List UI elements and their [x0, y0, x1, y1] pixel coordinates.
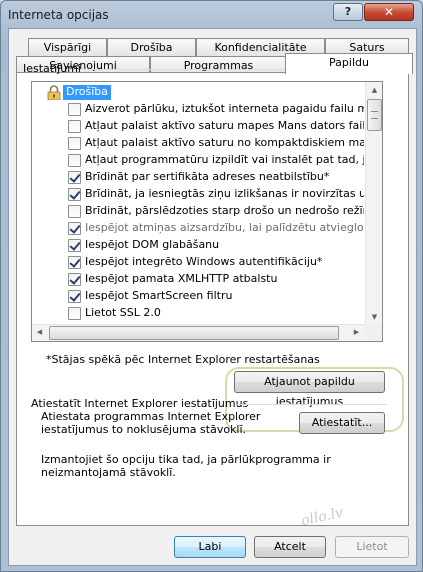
vertical-scroll-thumb[interactable]	[367, 99, 382, 131]
cancel-button[interactable]: Atcelt	[254, 536, 326, 558]
setting-label: Iespējot DOM glabāšanu	[85, 238, 220, 251]
reset-button[interactable]: Atiestatīt...	[299, 412, 385, 434]
setting-row[interactable]: Atļaut palaist aktīvo saturu no kompaktd…	[32, 135, 364, 152]
reset-warning-note: Izmantojiet šo opciju tika tad, ja pārlū…	[41, 453, 331, 479]
restore-advanced-settings-button[interactable]: Atjaunot papildu iestatījumus	[234, 371, 385, 408]
setting-row[interactable]: Brīdināt, ja iesniegtās ziņu izlikšanas …	[32, 186, 364, 203]
setting-label: Lietot SSL 2.0	[85, 306, 161, 319]
setting-checkbox	[68, 222, 81, 235]
setting-checkbox[interactable]	[68, 273, 81, 286]
reset-description: Atiestata programmas Internet Explorer i…	[41, 410, 261, 436]
restart-note: *Stājas spēkā pēc Internet Explorer rest…	[46, 353, 320, 366]
setting-row[interactable]: Lietot SSL 2.0	[32, 305, 364, 322]
setting-row[interactable]: Iespējot integrēto Windows autentifikāci…	[32, 254, 364, 271]
setting-label: Iespējot integrēto Windows autentifikāci…	[85, 255, 323, 268]
setting-row[interactable]: Brīdināt, pārslēdzoties starp drošo un n…	[32, 203, 364, 220]
tab-advanced[interactable]: Papildu	[285, 53, 413, 74]
setting-label: Atļaut palaist aktīvo saturu mapes Mans …	[85, 119, 364, 132]
setting-checkbox[interactable]	[68, 154, 81, 167]
setting-label: Brīdināt par sertifikāta adreses neatbil…	[85, 170, 330, 183]
setting-checkbox[interactable]	[68, 103, 81, 116]
reset-group-divider	[236, 404, 387, 405]
window-title: Interneta opcijas	[8, 8, 109, 22]
setting-row: Iespējot atmiņas aizsardzību, lai palīdz…	[32, 220, 364, 237]
setting-row[interactable]: Iespējot pamata XMLHTTP atbalstu	[32, 271, 364, 288]
settings-group-label: Iestatījumi	[23, 62, 81, 75]
setting-checkbox[interactable]	[68, 171, 81, 184]
setting-label: Brīdināt, ja iesniegtās ziņu izlikšanas …	[85, 187, 364, 200]
setting-label: Iespējot pamata XMLHTTP atbalstu	[85, 272, 278, 285]
setting-label: Aizverot pārlūku, iztukšot interneta pag…	[85, 102, 364, 115]
setting-checkbox[interactable]	[68, 120, 81, 133]
category-label: Drošība	[63, 85, 111, 100]
reset-group-label: Atiestatīt Internet Explorer iestatījumu…	[31, 397, 249, 410]
internet-options-dialog: Interneta opcijas ? ✕ Vispārīgi Drošība …	[0, 0, 423, 572]
apply-button: Lietot	[335, 536, 409, 558]
setting-row[interactable]: Iespējot SmartScreen filtru	[32, 288, 364, 305]
tab-general[interactable]: Vispārīgi	[28, 38, 107, 57]
ok-button[interactable]: Labi	[174, 536, 246, 558]
setting-label: Iespējot atmiņas aizsardzību, lai palīdz…	[85, 221, 364, 234]
scroll-down-icon[interactable]: ▼	[367, 309, 382, 325]
setting-checkbox[interactable]	[68, 188, 81, 201]
lock-icon	[47, 85, 61, 100]
setting-label: Brīdināt, pārslēdzoties starp drošo un n…	[85, 204, 364, 217]
title-bar[interactable]: Interneta opcijas ? ✕	[1, 1, 422, 29]
close-button[interactable]: ✕	[364, 3, 414, 21]
setting-row[interactable]: Iespējot DOM glabāšanu	[32, 237, 364, 254]
setting-label: Iespējot SmartScreen filtru	[85, 289, 233, 302]
scroll-left-icon[interactable]: ◀	[32, 325, 47, 341]
setting-checkbox[interactable]	[68, 290, 81, 303]
tree-category-row[interactable]: Drošība	[32, 84, 364, 101]
tab-security[interactable]: Drošība	[107, 38, 196, 57]
setting-row[interactable]: Atļaut programmatūru izpildīt vai instal…	[32, 152, 364, 169]
setting-row[interactable]: Aizverot pārlūku, iztukšot interneta pag…	[32, 101, 364, 118]
scrollbar-corner	[365, 324, 382, 341]
setting-checkbox[interactable]	[68, 137, 81, 150]
setting-checkbox[interactable]	[68, 239, 81, 252]
setting-label: Atļaut palaist aktīvo saturu no kompaktd…	[85, 136, 364, 149]
horizontal-scrollbar[interactable]: ◀ ▶	[32, 324, 366, 341]
setting-row[interactable]: Brīdināt par sertifikāta adreses neatbil…	[32, 169, 364, 186]
vertical-scrollbar[interactable]: ▲ ▼	[365, 82, 382, 325]
scroll-up-icon[interactable]: ▲	[367, 82, 382, 98]
setting-label: Atļaut programmatūru izpildīt vai instal…	[85, 153, 364, 166]
setting-checkbox[interactable]	[68, 307, 81, 320]
setting-checkbox[interactable]	[68, 256, 81, 269]
settings-tree[interactable]: Drošība Aizverot pārlūku, iztukšot inter…	[31, 81, 383, 342]
setting-row[interactable]: Atļaut palaist aktīvo saturu mapes Mans …	[32, 118, 364, 135]
horizontal-scroll-thumb[interactable]	[49, 326, 339, 340]
help-button[interactable]: ?	[333, 3, 363, 21]
setting-checkbox[interactable]	[68, 205, 81, 218]
scroll-right-icon[interactable]: ▶	[349, 325, 364, 341]
